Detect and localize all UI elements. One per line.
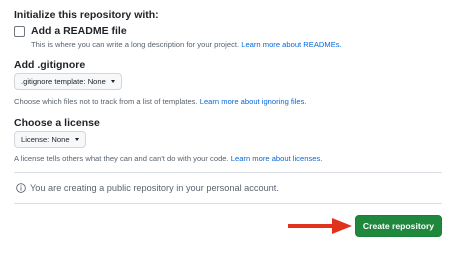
license-learn-more-link[interactable]: Learn more about licenses. [231,154,323,163]
divider [14,172,442,173]
caret-down-icon [74,138,79,141]
license-help: A license tells others what they can and… [14,154,322,163]
gitignore-heading: Add .gitignore [14,59,86,71]
readme-help: This is where you can write a long descr… [31,40,342,49]
readme-checkbox[interactable] [14,26,25,37]
gitignore-help: Choose which files not to track from a l… [14,97,307,106]
readme-help-text: This is where you can write a long descr… [31,40,240,49]
readme-option[interactable]: Add a README file This is where you can … [14,25,342,49]
caret-down-icon [110,80,115,83]
gitignore-select-label: .gitignore template: None [21,77,106,86]
gitignore-learn-more-link[interactable]: Learn more about ignoring files. [200,97,307,106]
notice-text: You are creating a public repository in … [30,183,279,193]
info-icon [16,183,26,193]
readme-text: Add a README file This is where you can … [31,25,342,49]
license-select[interactable]: License: None [14,131,86,148]
arrow-right-icon [288,218,352,234]
license-select-label: License: None [21,135,70,144]
readme-learn-more-link[interactable]: Learn more about READMEs. [241,40,341,49]
public-repo-notice: You are creating a public repository in … [16,183,279,193]
divider [14,203,442,204]
license-heading: Choose a license [14,117,100,129]
gitignore-template-select[interactable]: .gitignore template: None [14,73,122,90]
create-repository-button[interactable]: Create repository [355,215,442,237]
init-heading: Initialize this repository with: [14,9,159,21]
readme-label[interactable]: Add a README file [31,25,342,37]
license-help-text: A license tells others what they can and… [14,154,229,163]
gitignore-help-text: Choose which files not to track from a l… [14,97,198,106]
